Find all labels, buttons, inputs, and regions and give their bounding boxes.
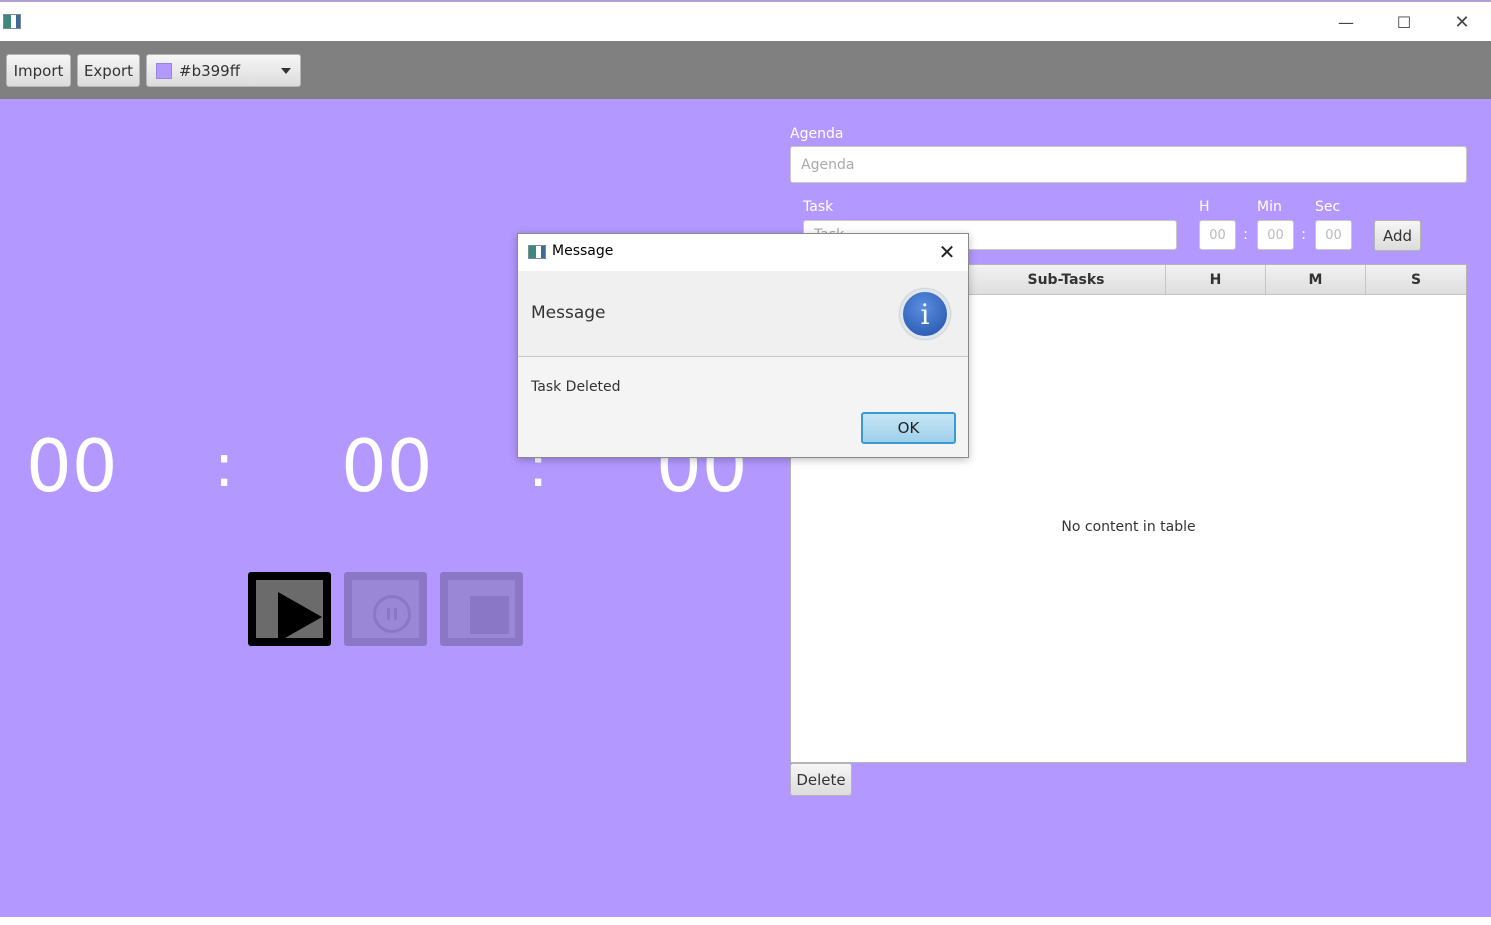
seconds-input[interactable] [1315,220,1352,250]
column-header-s[interactable]: S [1366,265,1466,295]
stop-icon [448,580,515,638]
ok-button[interactable]: OK [861,412,956,444]
color-swatch [156,62,172,79]
column-header-subtasks[interactable]: Sub-Tasks [967,265,1166,295]
maximize-button[interactable]: ☐ [1375,3,1433,41]
dialog-header-text: Message [531,303,606,323]
timer-hours: 00 [26,424,118,508]
dialog-title-bar: Message ✕ [518,234,968,271]
hours-input[interactable] [1199,220,1236,250]
minutes-label: Min [1257,199,1282,215]
delete-button[interactable]: Delete [790,763,852,796]
color-value: #b399ff [179,61,241,80]
chevron-down-icon [281,68,291,74]
time-separator: : [1243,225,1249,243]
export-button[interactable]: Export [77,54,140,87]
app-window: — ☐ ✕ Import Export #b399ff 00 : 00 : 00… [0,0,1491,917]
pause-button[interactable] [344,572,427,646]
agenda-label: Agenda [790,126,844,142]
dialog-title: Message [552,243,614,259]
stop-button[interactable] [440,572,523,646]
app-icon [528,245,546,259]
timer-minutes: 00 [341,424,433,508]
task-label: Task [803,199,834,215]
table-empty-message: No content in table [1061,519,1196,535]
play-button[interactable] [248,572,331,646]
information-icon: i [900,289,950,339]
toolbar: Import Export #b399ff [0,41,1491,99]
close-icon[interactable]: ✕ [930,237,964,267]
app-icon [3,14,21,29]
play-icon [256,580,323,642]
minutes-input[interactable] [1257,220,1294,250]
import-button[interactable]: Import [6,54,71,87]
seconds-label: Sec [1315,199,1341,215]
title-bar: — ☐ ✕ [0,2,1491,41]
pause-icon [352,580,419,638]
hours-label: H [1199,199,1210,215]
dialog-header: Message i [518,271,968,357]
column-header-m[interactable]: M [1266,265,1366,295]
message-dialog: Message ✕ Message i Task Deleted OK [517,233,969,458]
time-separator: : [1301,225,1307,243]
dialog-message: Task Deleted [531,379,621,395]
minimize-button[interactable]: — [1317,3,1375,41]
close-window-button[interactable]: ✕ [1433,3,1491,41]
agenda-input[interactable] [790,146,1467,183]
add-button[interactable]: Add [1374,220,1421,251]
timer-separator: : [214,431,235,501]
color-picker[interactable]: #b399ff [146,54,301,87]
column-header-h[interactable]: H [1166,265,1266,295]
